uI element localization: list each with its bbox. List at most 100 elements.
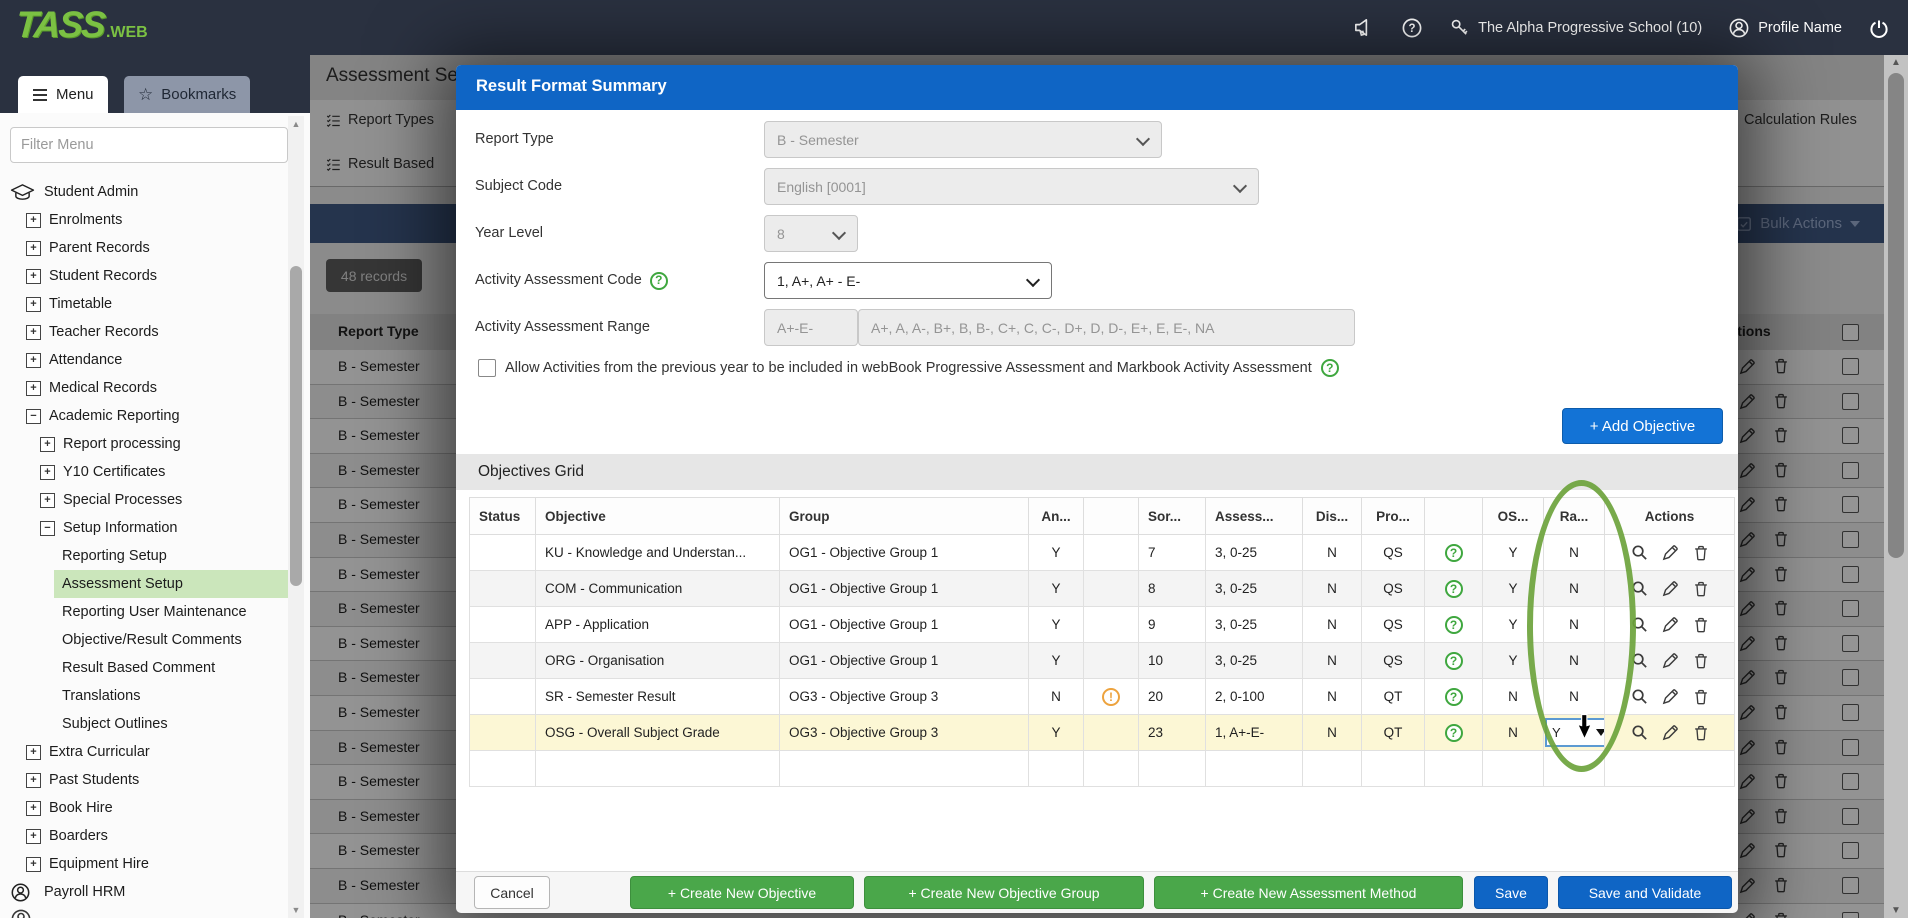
sidebar-item-teacher-records[interactable]: +Teacher Records: [0, 318, 288, 346]
delete-button[interactable]: [1692, 544, 1710, 562]
scroll-down-icon[interactable]: ▼: [1884, 905, 1908, 916]
sidebar-item-subject-outlines[interactable]: Subject Outlines: [0, 710, 288, 738]
expand-icon[interactable]: +: [40, 465, 55, 480]
sidebar-item-report-processing[interactable]: +Report processing: [0, 430, 288, 458]
sidebar-item-equipment-hire[interactable]: +Equipment Hire: [0, 850, 288, 878]
sidebar-item-timetable[interactable]: +Timetable: [0, 290, 288, 318]
help-button[interactable]: ?: [1401, 17, 1423, 39]
cancel-button[interactable]: Cancel: [474, 876, 550, 909]
save-button[interactable]: Save: [1474, 876, 1548, 909]
school-menu[interactable]: The Alpha Progressive School (10): [1449, 17, 1702, 38]
expand-icon[interactable]: +: [26, 381, 41, 396]
create-new-objective-button[interactable]: + Create New Objective: [630, 876, 854, 909]
sidebar-item-assessment-setup[interactable]: Assessment Setup: [0, 570, 288, 598]
expand-icon[interactable]: +: [26, 241, 41, 256]
sidebar-scrollbar-thumb[interactable]: [290, 266, 302, 586]
expand-icon[interactable]: +: [26, 745, 41, 760]
create-new-objective-group-button[interactable]: + Create New Objective Group: [864, 876, 1144, 909]
expand-icon[interactable]: +: [26, 269, 41, 284]
tab-bookmarks[interactable]: ☆ Bookmarks: [124, 76, 250, 113]
sidebar-item-book-hire[interactable]: +Book Hire: [0, 794, 288, 822]
sidebar-item-academic-reporting[interactable]: −Academic Reporting: [0, 402, 288, 430]
edit-button[interactable]: [1661, 543, 1680, 562]
sidebar-item-extra-curricular[interactable]: +Extra Curricular: [0, 738, 288, 766]
help-icon[interactable]: ?: [1445, 544, 1463, 562]
edit-button[interactable]: [1661, 723, 1680, 742]
help-icon[interactable]: ?: [1445, 580, 1463, 598]
sidebar-item-objective-result-comments[interactable]: Objective/Result Comments: [0, 626, 288, 654]
sidebar-item-payroll-hrm[interactable]: Payroll HRM: [0, 878, 288, 906]
tab-menu[interactable]: Menu: [18, 76, 108, 113]
sidebar-item-setup-information[interactable]: −Setup Information: [0, 514, 288, 542]
help-icon[interactable]: ?: [1445, 616, 1463, 634]
sidebar-item-parent-records[interactable]: +Parent Records: [0, 234, 288, 262]
view-button[interactable]: [1630, 543, 1649, 562]
help-icon[interactable]: ?: [1321, 359, 1339, 377]
edit-button[interactable]: [1661, 615, 1680, 634]
sidebar-item-reporting-setup[interactable]: Reporting Setup: [0, 542, 288, 570]
delete-button[interactable]: [1692, 688, 1710, 706]
page-scrollbar[interactable]: ▲ ▼: [1884, 55, 1908, 918]
scroll-up-icon[interactable]: ▲: [1884, 57, 1908, 68]
sidebar-item-reporting-user-maintenance[interactable]: Reporting User Maintenance: [0, 598, 288, 626]
announcements-button[interactable]: [1352, 16, 1375, 39]
help-icon[interactable]: ?: [1445, 724, 1463, 742]
cell-actions: [1605, 715, 1735, 751]
collapse-icon[interactable]: −: [40, 521, 55, 536]
ra-dropdown[interactable]: Y: [1545, 718, 1605, 747]
expand-icon[interactable]: +: [26, 857, 41, 872]
school-name: The Alpha Progressive School (10): [1478, 20, 1702, 36]
sidebar-item-y10-certificates[interactable]: +Y10 Certificates: [0, 458, 288, 486]
sidebar-item-special-processes[interactable]: +Special Processes: [0, 486, 288, 514]
allow-activities-checkbox[interactable]: [478, 359, 496, 377]
expand-icon[interactable]: +: [26, 801, 41, 816]
scroll-up-icon[interactable]: ▲: [288, 119, 304, 129]
expand-icon[interactable]: +: [40, 493, 55, 508]
sidebar-item-attendance[interactable]: +Attendance: [0, 346, 288, 374]
delete-button[interactable]: [1692, 580, 1710, 598]
expand-icon[interactable]: +: [40, 437, 55, 452]
save-and-validate-button[interactable]: Save and Validate: [1558, 876, 1732, 909]
expand-icon[interactable]: +: [26, 353, 41, 368]
view-button[interactable]: [1630, 723, 1649, 742]
delete-button[interactable]: [1692, 616, 1710, 634]
sidebar-item-enrolments[interactable]: +Enrolments: [0, 206, 288, 234]
help-icon[interactable]: ?: [650, 272, 668, 290]
objectives-grid-header: Objectives Grid: [456, 454, 1738, 490]
tass-logo[interactable]: TASS .WEB: [16, 4, 148, 46]
logout-button[interactable]: [1868, 17, 1890, 39]
help-icon[interactable]: ?: [1445, 652, 1463, 670]
sidebar-item-past-students[interactable]: +Past Students: [0, 766, 288, 794]
help-icon[interactable]: ?: [1445, 688, 1463, 706]
expand-icon[interactable]: +: [26, 297, 41, 312]
sidebar-scrollbar[interactable]: ▲ ▼: [288, 116, 304, 918]
delete-button[interactable]: [1692, 724, 1710, 742]
expand-icon[interactable]: +: [26, 213, 41, 228]
collapse-icon[interactable]: −: [26, 409, 41, 424]
grid-column-status: Status: [470, 498, 536, 535]
sidebar-item-boarders[interactable]: +Boarders: [0, 822, 288, 850]
activity-assessment-code-select[interactable]: 1, A+, A+ - E-: [764, 262, 1052, 299]
scroll-down-icon[interactable]: ▼: [288, 905, 304, 915]
page-scrollbar-thumb[interactable]: [1888, 73, 1904, 558]
view-button[interactable]: [1630, 687, 1649, 706]
delete-button[interactable]: [1692, 652, 1710, 670]
expand-icon[interactable]: +: [26, 773, 41, 788]
add-objective-button[interactable]: + Add Objective: [1562, 408, 1723, 444]
view-button[interactable]: [1630, 579, 1649, 598]
sidebar-item-medical-records[interactable]: +Medical Records: [0, 374, 288, 402]
sidebar-item-student-records[interactable]: +Student Records: [0, 262, 288, 290]
edit-button[interactable]: [1661, 651, 1680, 670]
filter-menu-input[interactable]: [10, 127, 288, 163]
edit-button[interactable]: [1661, 687, 1680, 706]
view-button[interactable]: [1630, 615, 1649, 634]
profile-menu[interactable]: Profile Name: [1728, 17, 1842, 39]
expand-icon[interactable]: +: [26, 829, 41, 844]
sidebar-item-result-based-comment[interactable]: Result Based Comment: [0, 654, 288, 682]
view-button[interactable]: [1630, 651, 1649, 670]
sidebar-item-student-admin[interactable]: Student Admin: [0, 178, 288, 206]
sidebar-item-translations[interactable]: Translations: [0, 682, 288, 710]
expand-icon[interactable]: +: [26, 325, 41, 340]
edit-button[interactable]: [1661, 579, 1680, 598]
create-new-assessment-method-button[interactable]: + Create New Assessment Method: [1154, 876, 1463, 909]
